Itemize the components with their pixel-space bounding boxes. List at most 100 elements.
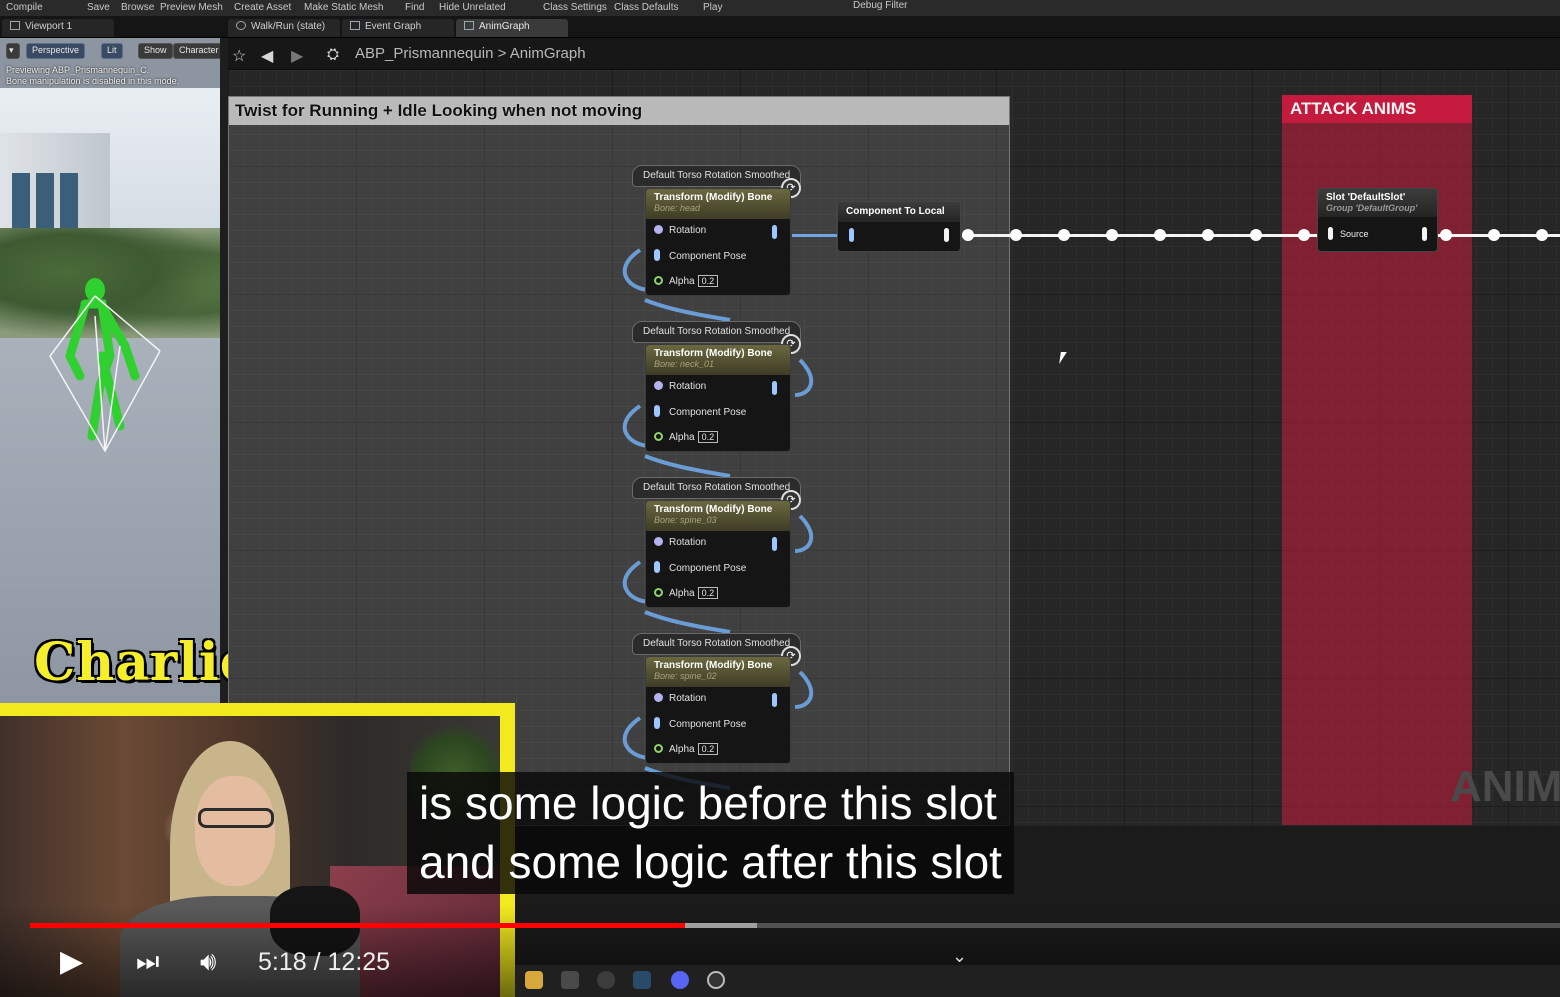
volume-icon[interactable]: 🔊︎ bbox=[200, 946, 216, 978]
preview-mesh-button[interactable]: Preview Mesh bbox=[160, 2, 223, 13]
rotation-pin[interactable]: Rotation bbox=[654, 537, 706, 548]
tab-anim-graph[interactable]: AnimGraph bbox=[456, 19, 568, 37]
pin-label: Alpha bbox=[669, 276, 695, 287]
pin-label: Alpha bbox=[669, 588, 695, 599]
character-button[interactable]: Character bbox=[173, 43, 223, 59]
output-pose-pin[interactable] bbox=[772, 225, 777, 239]
output-pose-pin[interactable] bbox=[772, 537, 777, 551]
preview-viewport[interactable]: ▾ Perspective Lit Show Character Preview… bbox=[0, 38, 223, 703]
folder-icon[interactable] bbox=[525, 971, 543, 989]
perspective-button[interactable]: Perspective bbox=[26, 43, 86, 59]
alpha-input[interactable]: 0.2 bbox=[697, 743, 719, 755]
current-time: 5:18 bbox=[258, 948, 307, 976]
reroute-node[interactable] bbox=[1202, 229, 1214, 241]
star-icon[interactable]: ☆ bbox=[232, 46, 246, 66]
transform-bone-node[interactable]: Transform (Modify) Bone Bone: head Rotati… bbox=[645, 188, 791, 296]
rotation-pin[interactable]: Rotation bbox=[654, 693, 706, 704]
find-button[interactable]: Find bbox=[405, 2, 424, 13]
breadcrumb-leaf[interactable]: AnimGraph bbox=[510, 45, 586, 62]
viewport-menu-button[interactable]: ▾ bbox=[6, 43, 20, 59]
comment-title[interactable]: Twist for Running + Idle Looking when no… bbox=[229, 97, 1009, 125]
component-pose-pin[interactable]: Component Pose bbox=[654, 249, 746, 262]
alpha-input[interactable]: 0.2 bbox=[697, 431, 719, 443]
node-subtitle: Bone: spine_02 bbox=[654, 671, 717, 681]
component-pose-pin[interactable]: Component Pose bbox=[654, 561, 746, 574]
node-header[interactable]: Default Torso Rotation Smoothed bbox=[632, 633, 802, 655]
duration: 12:25 bbox=[327, 948, 391, 976]
node-header[interactable]: Default Torso Rotation Smoothed bbox=[632, 321, 802, 343]
debug-filter-label[interactable]: Debug Filter bbox=[853, 0, 907, 11]
alpha-pin[interactable]: Alpha 0.2 bbox=[654, 587, 719, 599]
transform-bone-node[interactable]: Transform (Modify) Bone Bone: spine_02 Ro… bbox=[645, 656, 791, 764]
comment-title[interactable]: ATTACK ANIMS bbox=[1282, 95, 1472, 123]
chevron-down-icon[interactable]: ⌄ bbox=[952, 946, 967, 967]
unreal-icon[interactable] bbox=[707, 971, 725, 989]
rotation-pin[interactable]: Rotation bbox=[654, 225, 706, 236]
node-header[interactable]: Default Torso Rotation Smoothed bbox=[632, 477, 802, 499]
play-button[interactable]: Play bbox=[703, 2, 722, 13]
tab-walk-run[interactable]: Walk/Run (state) bbox=[228, 19, 340, 37]
save-button[interactable]: Save bbox=[87, 2, 110, 13]
node-title: Transform (Modify) Bone bbox=[654, 192, 773, 203]
next-icon[interactable]: ⏭ bbox=[136, 946, 159, 978]
output-pose-pin[interactable] bbox=[772, 381, 777, 395]
component-pose-pin[interactable]: Component Pose bbox=[654, 405, 746, 418]
reroute-node[interactable] bbox=[1250, 229, 1262, 241]
hide-unrelated-button[interactable]: Hide Unrelated bbox=[439, 2, 506, 13]
browse-button[interactable]: Browse bbox=[121, 2, 154, 13]
class-settings-button[interactable]: Class Settings bbox=[543, 2, 607, 13]
output-pose-pin[interactable] bbox=[1422, 227, 1427, 241]
reroute-node[interactable] bbox=[1488, 229, 1500, 241]
steam-icon[interactable] bbox=[633, 971, 651, 989]
screen: Compile Save Browse Preview Mesh Create … bbox=[0, 0, 1560, 997]
transform-bone-node[interactable]: Transform (Modify) Bone Bone: spine_03 Ro… bbox=[645, 500, 791, 608]
show-button[interactable]: Show bbox=[138, 43, 173, 59]
reroute-node[interactable] bbox=[1106, 229, 1118, 241]
lit-button[interactable]: Lit bbox=[101, 43, 123, 59]
breadcrumb-root[interactable]: ABP_Prismannequin bbox=[355, 45, 493, 62]
input-pose-pin[interactable] bbox=[849, 228, 854, 242]
alpha-input[interactable]: 0.2 bbox=[697, 587, 719, 599]
component-to-local-node[interactable]: Component To Local bbox=[837, 201, 961, 252]
reroute-node[interactable] bbox=[1154, 229, 1166, 241]
alpha-pin[interactable]: Alpha 0.2 bbox=[654, 431, 719, 443]
node-header[interactable]: Default Torso Rotation Smoothed bbox=[632, 165, 802, 187]
play-icon[interactable]: ▶ bbox=[60, 944, 83, 979]
slot-node[interactable]: Slot 'DefaultSlot' Group 'DefaultGroup' S… bbox=[1317, 188, 1438, 252]
back-arrow-icon[interactable]: ◀ bbox=[261, 46, 273, 66]
transform-bone-node[interactable]: Transform (Modify) Bone Bone: neck_01 Rot… bbox=[645, 344, 791, 452]
make-static-mesh-button[interactable]: Make Static Mesh bbox=[304, 2, 383, 13]
alpha-input[interactable]: 0.2 bbox=[697, 275, 719, 287]
pin-label: Component Pose bbox=[669, 563, 747, 574]
reroute-node[interactable] bbox=[1440, 229, 1452, 241]
reroute-node[interactable] bbox=[962, 229, 974, 241]
chart-app-icon[interactable] bbox=[561, 971, 579, 989]
panel-splitter[interactable] bbox=[220, 38, 228, 703]
reroute-node[interactable] bbox=[1058, 229, 1070, 241]
create-asset-button[interactable]: Create Asset bbox=[234, 2, 291, 13]
obs-icon[interactable] bbox=[597, 971, 615, 989]
caption-line: is some logic before this slot bbox=[419, 777, 997, 829]
compile-button[interactable]: Compile bbox=[6, 2, 43, 13]
source-pin[interactable]: Source bbox=[1328, 227, 1369, 240]
reroute-node[interactable] bbox=[1536, 229, 1548, 241]
alpha-pin[interactable]: Alpha 0.2 bbox=[654, 743, 719, 755]
node-header: Slot 'DefaultSlot' Group 'DefaultGroup' bbox=[1318, 189, 1437, 217]
rotation-pin[interactable]: Rotation bbox=[654, 381, 706, 392]
output-pose-pin[interactable] bbox=[772, 693, 777, 707]
node-title: Transform (Modify) Bone bbox=[654, 348, 773, 359]
forward-arrow-icon[interactable]: ▶ bbox=[291, 46, 303, 66]
node-title: Transform (Modify) Bone bbox=[654, 660, 773, 671]
output-pose-pin[interactable] bbox=[944, 228, 949, 242]
tab-event-graph[interactable]: Event Graph bbox=[342, 19, 454, 37]
class-defaults-button[interactable]: Class Defaults bbox=[614, 2, 678, 13]
progress-played[interactable] bbox=[30, 923, 685, 928]
reroute-node[interactable] bbox=[1298, 229, 1310, 241]
tab-viewport[interactable]: Viewport 1 bbox=[2, 19, 114, 37]
alpha-pin[interactable]: Alpha 0.2 bbox=[654, 275, 719, 287]
node-subtitle: Bone: neck_01 bbox=[654, 359, 715, 369]
reroute-node[interactable] bbox=[1010, 229, 1022, 241]
pin-label: Component Pose bbox=[669, 407, 747, 418]
component-pose-pin[interactable]: Component Pose bbox=[654, 717, 746, 730]
discord-icon[interactable] bbox=[671, 971, 689, 989]
